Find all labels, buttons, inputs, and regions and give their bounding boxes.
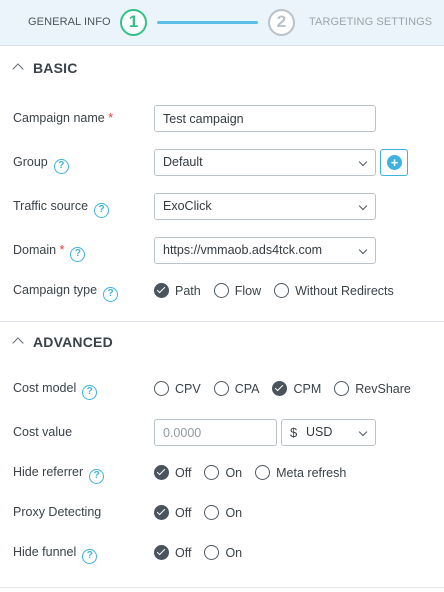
traffic-source-label: Traffic source? (13, 199, 110, 218)
group-select[interactable]: Default (154, 149, 376, 176)
help-icon[interactable]: ? (53, 159, 69, 174)
cost-value-input[interactable] (154, 419, 277, 446)
radio-checked-icon (272, 381, 288, 397)
step-general-info-label[interactable]: GENERAL INFO (28, 16, 111, 28)
radio-proxy-off[interactable]: Off (154, 505, 191, 521)
basic-section-title: BASIC (33, 60, 78, 76)
radio-unchecked-icon (274, 283, 290, 299)
radio-checked-icon (154, 545, 169, 561)
domain-select[interactable]: https://vmmaob.ads4tck.com (154, 237, 376, 264)
currency-select[interactable]: $ USD (281, 419, 376, 446)
help-icon[interactable]: ? (82, 385, 98, 400)
help-icon[interactable]: ? (70, 247, 86, 262)
chevron-down-icon (358, 427, 368, 437)
radio-path[interactable]: Path (154, 283, 201, 299)
step-targeting-settings-label[interactable]: TARGETING SETTINGS (309, 16, 432, 28)
radio-revshare[interactable]: RevShare (334, 381, 411, 397)
radio-checked-icon (154, 283, 169, 299)
chevron-down-icon (358, 245, 368, 255)
radio-hide-funnel-on[interactable]: On (204, 545, 242, 561)
required-marker: * (59, 243, 65, 257)
radio-unchecked-icon (255, 465, 271, 481)
radio-hide-referrer-on[interactable]: On (204, 465, 242, 481)
campaign-type-radio-group: Path Flow Without Redirects (154, 282, 407, 299)
radio-cpa[interactable]: CPA (213, 381, 259, 397)
cost-model-label: Cost model? (13, 381, 98, 400)
radio-hide-funnel-off[interactable]: Off (154, 545, 191, 561)
required-marker: * (108, 111, 114, 125)
section-divider (0, 587, 444, 588)
advanced-section-title: ADVANCED (33, 334, 113, 350)
step-connector-line (157, 21, 258, 24)
radio-proxy-on[interactable]: On (204, 505, 242, 521)
step-2-indicator[interactable]: 2 (268, 9, 295, 36)
chevron-down-icon (358, 157, 368, 167)
campaign-type-label: Campaign type? (13, 283, 119, 302)
radio-unchecked-icon (204, 545, 220, 561)
domain-label: Domain *? (13, 243, 86, 262)
radio-cpv[interactable]: CPV (154, 381, 201, 397)
radio-flow[interactable]: Flow (213, 283, 261, 299)
add-group-button[interactable]: + (380, 149, 408, 176)
radio-cpm[interactable]: CPM (272, 381, 321, 397)
help-icon[interactable]: ? (94, 203, 110, 218)
radio-without-redirects[interactable]: Without Redirects (274, 283, 394, 299)
radio-checked-icon (154, 465, 169, 481)
cost-value-label: Cost value (13, 425, 73, 439)
traffic-source-select[interactable]: ExoClick (154, 193, 376, 220)
radio-unchecked-icon (154, 381, 169, 397)
radio-unchecked-icon (334, 381, 350, 397)
group-label: Group? (13, 155, 69, 174)
help-icon[interactable]: ? (103, 287, 119, 302)
help-icon[interactable]: ? (82, 549, 98, 564)
campaign-name-label: Campaign name * (13, 111, 114, 125)
chevron-up-icon (12, 337, 24, 349)
advanced-section-header[interactable]: ADVANCED (0, 321, 444, 365)
wizard-stepper: GENERAL INFO 1 2 TARGETING SETTINGS (0, 0, 444, 46)
radio-unchecked-icon (213, 283, 229, 299)
dollar-icon: $ (290, 425, 298, 440)
hide-funnel-label: Hide funnel? (13, 545, 98, 564)
proxy-detecting-label: Proxy Detecting (13, 505, 102, 519)
radio-unchecked-icon (213, 381, 229, 397)
plus-circle-icon: + (387, 155, 402, 170)
radio-unchecked-icon (204, 465, 220, 481)
chevron-down-icon (358, 201, 368, 211)
campaign-name-input[interactable] (154, 105, 376, 132)
hide-referrer-radio-group: Off On Meta refresh (154, 464, 359, 481)
chevron-up-icon (12, 63, 24, 75)
hide-funnel-radio-group: Off On (154, 544, 255, 561)
basic-section-header[interactable]: BASIC (0, 47, 444, 91)
radio-hide-referrer-off[interactable]: Off (154, 465, 191, 481)
radio-hide-referrer-meta-refresh[interactable]: Meta refresh (255, 465, 346, 481)
hide-referrer-label: Hide referrer? (13, 465, 105, 484)
step-1-indicator[interactable]: 1 (120, 9, 147, 36)
help-icon[interactable]: ? (89, 469, 105, 484)
radio-checked-icon (154, 505, 169, 521)
radio-unchecked-icon (204, 505, 220, 521)
cost-model-radio-group: CPV CPA CPM RevShare (154, 380, 424, 397)
proxy-detecting-radio-group: Off On (154, 504, 255, 521)
